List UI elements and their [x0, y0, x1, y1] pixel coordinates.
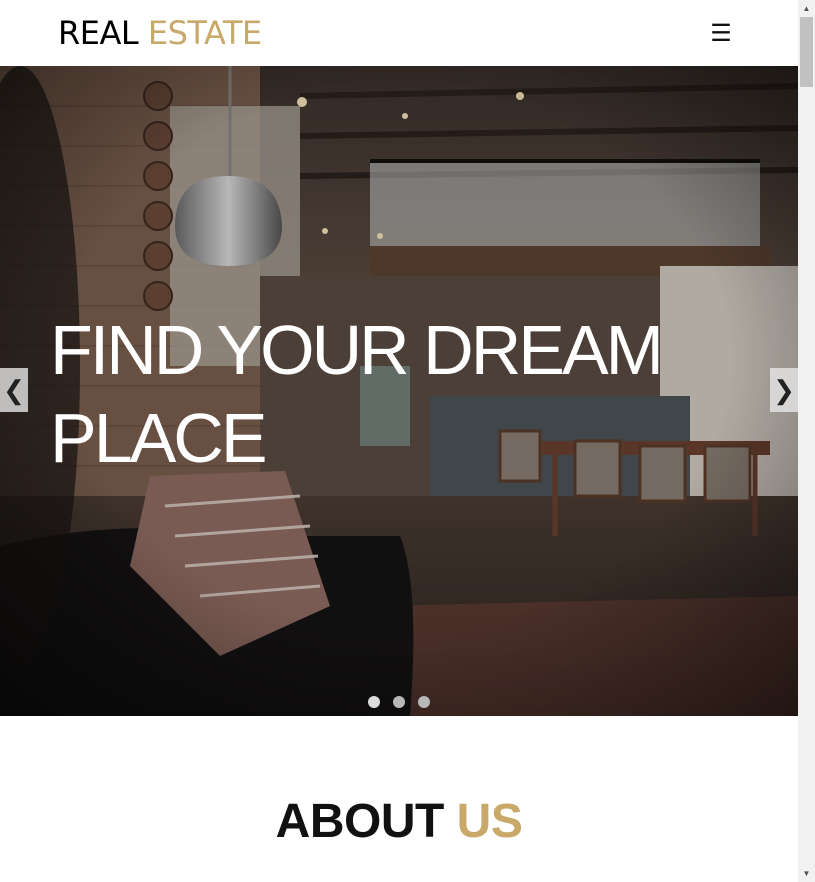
slider-dots — [368, 696, 430, 708]
logo-word-real: REAL — [58, 14, 139, 52]
slider-dot-1[interactable] — [368, 696, 380, 708]
page: REAL ESTATE ☰ FIND YOUR DREAM PLACE ❮ ❯ … — [0, 0, 798, 882]
chevron-left-icon[interactable]: ❮ — [0, 368, 28, 412]
slider-dot-2[interactable] — [393, 696, 405, 708]
logo-word-estate: ESTATE — [147, 14, 262, 52]
about-title-word2: US — [456, 795, 523, 848]
about-title-word1: ABOUT — [275, 795, 445, 848]
scroll-down-arrow-icon[interactable]: ▼ — [798, 865, 815, 882]
hero-title: FIND YOUR DREAM PLACE — [50, 311, 664, 477]
scrollbar-thumb[interactable] — [800, 17, 813, 87]
slider-dot-3[interactable] — [418, 696, 430, 708]
site-header: REAL ESTATE ☰ — [0, 0, 798, 66]
vertical-scrollbar[interactable]: ▲ ▼ — [798, 0, 815, 882]
scroll-up-arrow-icon[interactable]: ▲ — [798, 0, 815, 17]
site-logo[interactable]: REAL ESTATE — [58, 14, 262, 52]
hero-slider: FIND YOUR DREAM PLACE ❮ ❯ — [0, 66, 798, 716]
about-section: ABOUT US — [0, 716, 798, 882]
hamburger-menu-icon[interactable]: ☰ — [708, 22, 734, 48]
about-title: ABOUT US — [0, 794, 798, 850]
chevron-right-icon[interactable]: ❯ — [770, 368, 798, 412]
